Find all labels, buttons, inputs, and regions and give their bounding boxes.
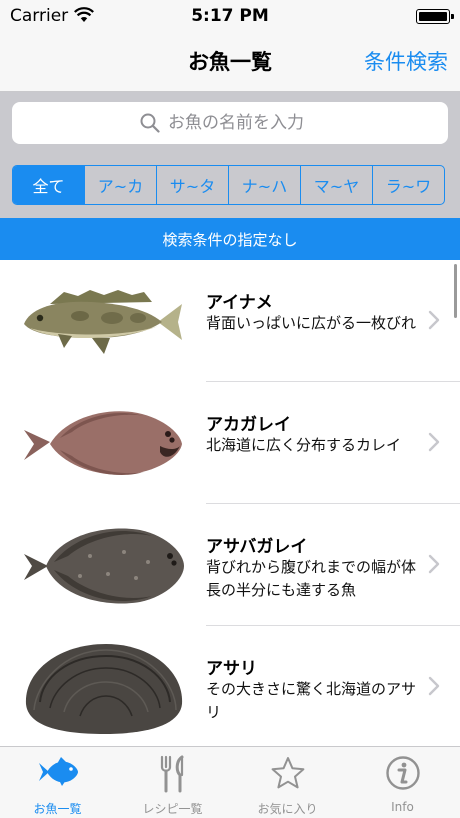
chevron-right-icon [428, 676, 440, 700]
tab-label: お魚一覧 [33, 802, 82, 816]
tab-label: お気に入り [257, 802, 318, 816]
segment-a-ka[interactable]: ア~カ [84, 166, 156, 204]
kana-filter-segmented-control: 全て ア~カ サ~タ ナ~ハ マ~ヤ ラ~ワ [12, 165, 445, 205]
list-item[interactable]: アカガレイ 北海道に広く分布するカレイ [0, 382, 460, 504]
list-item[interactable]: アサバガレイ 背びれから腹びれまでの幅が体長の半分にも達する魚 [0, 504, 460, 626]
fish-name: アカガレイ [206, 415, 291, 435]
scroll-indicator[interactable] [454, 264, 457, 318]
segment-na-ha[interactable]: ナ~ハ [228, 166, 300, 204]
list-item[interactable]: アイナメ 背面いっぱいに広がる一枚びれ [0, 260, 460, 382]
segment-all[interactable]: 全て [13, 166, 84, 204]
chevron-right-icon [428, 310, 440, 334]
navigation-bar: お魚一覧 条件検索 [0, 32, 460, 92]
search-icon [140, 113, 160, 133]
fish-icon [0, 755, 115, 789]
star-icon [230, 755, 345, 791]
fish-name: アサリ [206, 659, 257, 679]
tab-recipe-list[interactable]: レシピ一覧 [115, 747, 230, 818]
status-bar: Carrier 5:17 PM [0, 0, 460, 32]
chevron-right-icon [428, 432, 440, 456]
tab-fish-list[interactable]: お魚一覧 [0, 747, 115, 818]
segment-ra-wa[interactable]: ラ~ワ [372, 166, 444, 204]
fish-list[interactable]: アイナメ 背面いっぱいに広がる一枚びれ アカガレイ 北海道に広く分布するカレイ [0, 260, 460, 746]
condition-search-button[interactable]: 条件検索 [364, 46, 448, 76]
tab-info[interactable]: Info [345, 747, 460, 818]
tab-favorites[interactable]: お気に入り [230, 747, 345, 818]
flathead-flounder-image [20, 394, 188, 492]
segment-ma-ya[interactable]: マ~ヤ [300, 166, 372, 204]
fish-description: 背面いっぱいに広がる一枚びれ [206, 314, 417, 332]
info-icon [345, 755, 460, 791]
fork-knife-icon [115, 755, 230, 793]
fish-name: アサバガレイ [206, 537, 308, 557]
fish-description: その大きさに驚く北海道のアサリ [206, 680, 417, 721]
list-item[interactable]: アサリ その大きさに驚く北海道のアサリ [0, 626, 460, 746]
tab-label: Info [391, 800, 414, 814]
fish-name: アイナメ [206, 293, 273, 313]
tab-bar: お魚一覧 レシピ一覧 お気に入り Info [0, 746, 460, 818]
filter-status-banner: 検索条件の指定なし [0, 218, 460, 260]
segment-sa-ta[interactable]: サ~タ [156, 166, 228, 204]
fish-description: 背びれから腹びれまでの幅が体長の半分にも達する魚 [206, 558, 417, 599]
tab-label: レシピ一覧 [142, 802, 203, 816]
clock: 5:17 PM [191, 6, 269, 26]
chevron-right-icon [428, 554, 440, 578]
greenling-fish-image [20, 272, 188, 370]
clam-shell-image [20, 638, 188, 736]
search-input[interactable] [168, 113, 320, 133]
search-area: 全て ア~カ サ~タ ナ~ハ マ~ヤ ラ~ワ [0, 92, 460, 218]
battery-icon [416, 9, 454, 24]
dusky-sole-image [20, 516, 188, 614]
fish-description: 北海道に広く分布するカレイ [206, 436, 402, 454]
search-box[interactable] [12, 102, 448, 144]
